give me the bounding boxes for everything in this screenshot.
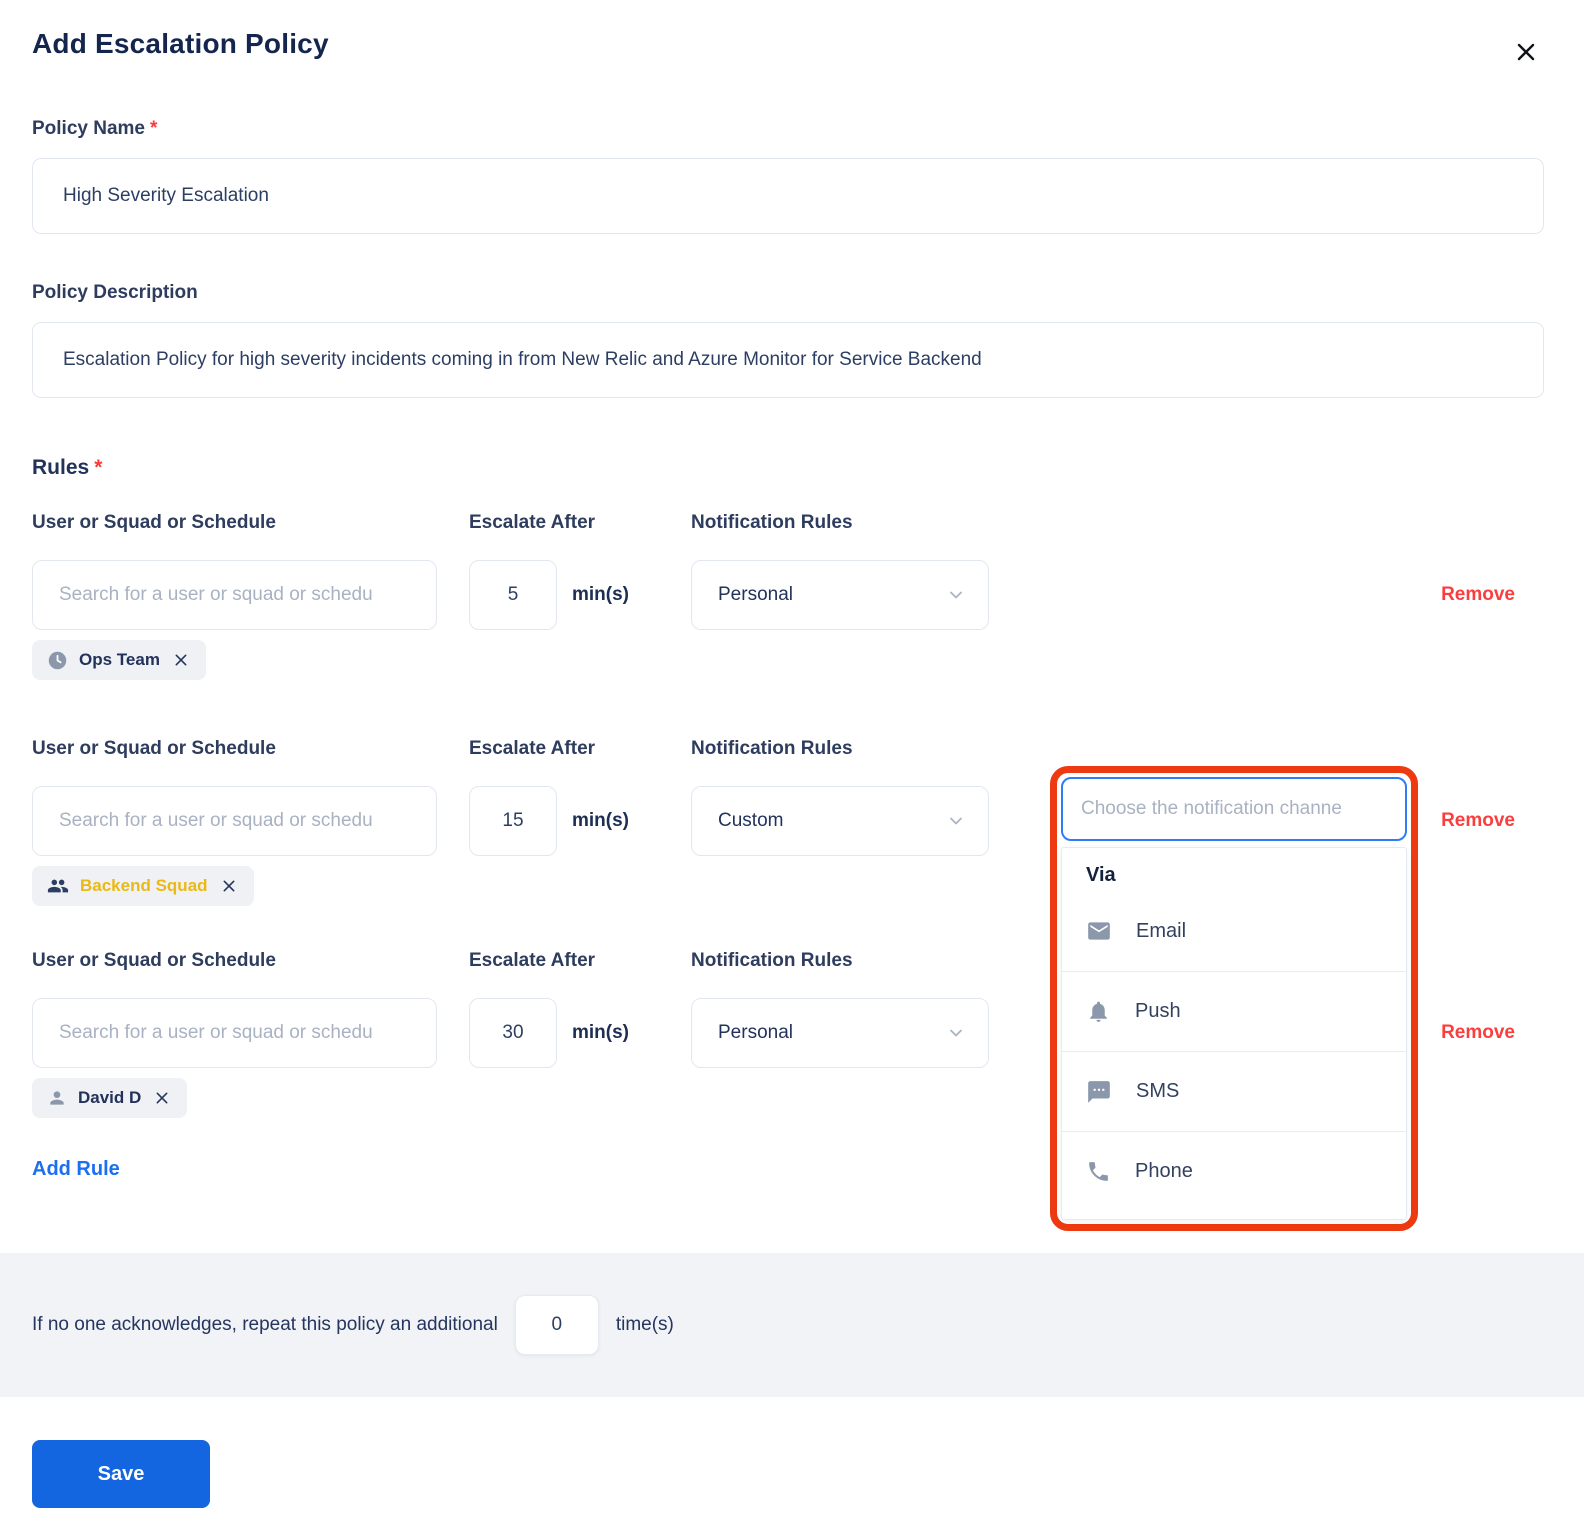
selected-notification-rule: Custom (718, 810, 784, 831)
modal-header: Add Escalation Policy (32, 28, 1544, 70)
repeat-count-input[interactable] (514, 1295, 599, 1355)
user-tag-chip: David D (32, 1078, 188, 1118)
tag-label: Backend Squad (80, 876, 208, 895)
rules-label-text: Rules (32, 456, 90, 479)
push-bell-icon (1086, 999, 1111, 1024)
channel-option-label: Email (1136, 919, 1187, 942)
column-user-label: User or Squad or Schedule (32, 512, 276, 533)
escalate-after-input[interactable] (469, 560, 557, 630)
email-icon (1086, 918, 1112, 944)
remove-tag-button[interactable] (171, 650, 191, 670)
policy-name-label: Policy Name * (32, 118, 1544, 140)
column-escalate-label: Escalate After (469, 950, 596, 971)
escalate-after-input[interactable] (469, 998, 557, 1068)
repeat-text-after: time(s) (615, 1314, 674, 1335)
repeat-text-before: If no one acknowledges, repeat this poli… (32, 1314, 498, 1335)
column-user-label: User or Squad or Schedule (32, 950, 276, 971)
channel-option-label: SMS (1136, 1080, 1180, 1102)
selected-notification-rule: Personal (718, 584, 793, 605)
channel-option-phone[interactable]: Phone (1062, 1131, 1406, 1211)
mins-label: min(s) (572, 1022, 629, 1043)
tag-label: David D (78, 1088, 142, 1107)
column-escalate-label: Escalate After (469, 738, 596, 759)
remove-rule-button[interactable]: Remove (1441, 584, 1515, 606)
rule-row-1: min(s) Personal Remove (32, 560, 1544, 630)
mins-label: min(s) (572, 810, 629, 831)
mins-label: min(s) (572, 584, 629, 605)
column-notification-label: Notification Rules (691, 738, 853, 759)
rule-2-header: User or Squad or Schedule Escalate After… (32, 738, 1544, 760)
column-notification-label: Notification Rules (691, 950, 853, 971)
remove-tag-button[interactable] (152, 1088, 172, 1108)
channel-option-push[interactable]: Push (1062, 971, 1406, 1051)
notification-channel-dropdown-highlight: Via Email Push SMS Phone (1050, 766, 1418, 1231)
squad-icon (47, 875, 69, 897)
clock-icon (47, 650, 68, 671)
policy-name-input[interactable] (32, 158, 1544, 234)
close-icon (221, 878, 237, 894)
channel-option-sms[interactable]: SMS (1062, 1051, 1406, 1131)
via-group-label: Via (1086, 864, 1116, 886)
rule-1-header: User or Squad or Schedule Escalate After… (32, 512, 1544, 534)
squad-tag-chip: Backend Squad (32, 866, 254, 906)
search-user-input[interactable] (32, 560, 437, 630)
notification-rules-select[interactable]: Personal (691, 560, 989, 630)
column-notification-label: Notification Rules (691, 512, 853, 533)
channel-option-label: Phone (1135, 1160, 1193, 1182)
schedule-tag-chip: Ops Team (32, 640, 206, 680)
remove-tag-button[interactable] (219, 876, 239, 896)
phone-icon (1086, 1159, 1111, 1184)
column-user-label: User or Squad or Schedule (32, 738, 276, 759)
channel-search-input[interactable] (1061, 777, 1407, 841)
remove-rule-button[interactable]: Remove (1441, 810, 1515, 832)
search-user-input[interactable] (32, 998, 437, 1068)
selected-notification-rule: Personal (718, 1022, 793, 1043)
rules-section-label: Rules * (32, 456, 1544, 480)
required-asterisk: * (94, 456, 103, 479)
add-rule-button[interactable]: Add Rule (32, 1158, 120, 1181)
required-asterisk: * (150, 118, 158, 139)
close-button[interactable] (1508, 34, 1544, 70)
user-icon (47, 1088, 67, 1108)
repeat-policy-bar: If no one acknowledges, repeat this poli… (0, 1253, 1584, 1397)
channel-option-email[interactable]: Email (1062, 891, 1406, 971)
rule-1-tags: Ops Team (32, 640, 1544, 680)
channel-options-panel: Via Email Push SMS Phone (1061, 847, 1407, 1220)
chevron-down-icon (946, 1023, 966, 1043)
policy-description-label: Policy Description (32, 282, 198, 303)
policy-name-label-text: Policy Name (32, 118, 145, 139)
close-icon (154, 1090, 170, 1106)
policy-description-input[interactable] (32, 322, 1544, 398)
chevron-down-icon (946, 585, 966, 605)
close-icon (1514, 40, 1538, 64)
save-button[interactable]: Save (32, 1440, 210, 1508)
chevron-down-icon (946, 811, 966, 831)
sms-icon (1086, 1079, 1112, 1105)
remove-rule-button[interactable]: Remove (1441, 1022, 1515, 1044)
search-user-input[interactable] (32, 786, 437, 856)
column-escalate-label: Escalate After (469, 512, 596, 533)
channel-option-label: Push (1135, 1000, 1181, 1022)
tag-label: Ops Team (79, 650, 160, 669)
escalate-after-input[interactable] (469, 786, 557, 856)
close-icon (173, 652, 189, 668)
notification-rules-select[interactable]: Custom (691, 786, 989, 856)
page-title: Add Escalation Policy (32, 28, 329, 59)
notification-rules-select[interactable]: Personal (691, 998, 989, 1068)
